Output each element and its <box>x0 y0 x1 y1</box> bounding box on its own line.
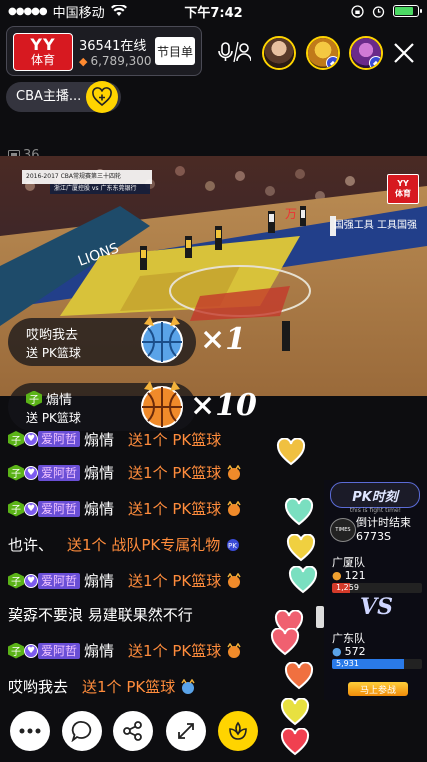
chat-message: 哎哟我去 送1个 PK篮球 <box>8 676 308 697</box>
chat-message: 巭孬不要浪 易建联果然不行 <box>8 606 193 624</box>
pk-countdown: 倒计时结束 6773S <box>356 516 411 543</box>
chat-message: 子 ♥ 爱阿哲 煽情 送1个 PK篮球 <box>8 498 308 519</box>
fan-heart-icon: ♥ <box>24 432 38 446</box>
diamond-icon: ◆ <box>79 54 88 68</box>
floating-heart-icon <box>284 498 314 526</box>
mic-user-icon <box>218 41 251 63</box>
basketball-gift-icon <box>227 642 241 658</box>
share-icon <box>123 721 142 741</box>
gift-multiplier: ×1 <box>200 322 247 357</box>
times-icon: TIMES <box>330 518 356 542</box>
vs-label: VS <box>360 594 393 620</box>
pk-basketball-gift-icon <box>141 316 183 363</box>
floating-heart-icon <box>284 662 314 690</box>
person-icon: ● <box>332 645 342 658</box>
team2-fans: ● 572 <box>332 645 366 658</box>
mic-link-button[interactable] <box>214 36 254 68</box>
panel-collapse-handle[interactable] <box>316 606 324 628</box>
flower-icon <box>229 721 247 740</box>
fan-heart-icon: ♥ <box>24 573 38 588</box>
online-count: 36541在线 <box>79 39 147 54</box>
share-button[interactable] <box>113 711 153 751</box>
person-icon: ● <box>332 569 342 582</box>
team1-bar: 1,259 <box>332 583 422 593</box>
chat-message: 也许、 送1个 战队PK专属礼物 PK <box>8 534 308 555</box>
alarm-icon <box>372 5 385 18</box>
more-button[interactable] <box>10 711 50 751</box>
fan-heart-icon: ♥ <box>24 465 38 480</box>
chat-message: 子 ♥ 爱阿哲 煽情 送1个 PK篮球 <box>8 570 308 591</box>
broadcast-scorebug: 2016-2017 CBA常规赛第三十四轮 <box>22 170 152 184</box>
viewer-avatar[interactable]: ◆ <box>349 36 383 70</box>
svg-text:万: 万 <box>285 207 297 221</box>
basketball-gift-icon <box>227 500 241 516</box>
rotation-lock-icon <box>351 4 364 18</box>
pk-panel[interactable]: PK时刻 this is fight time! TIMES 倒计时结束 677… <box>324 480 427 700</box>
team1-fans: ● 121 <box>332 569 366 582</box>
close-icon[interactable] <box>391 40 417 66</box>
gift-banner: 子煽情 送 PK篮球 <box>8 381 196 431</box>
basketball-gift-icon <box>227 464 241 480</box>
basketball-gift-icon <box>141 381 183 428</box>
coin-total: ◆ 6,789,300 <box>79 54 152 68</box>
chat-message: 子 ♥ 爱阿哲 煽情 送1个 PK篮球 <box>8 462 308 483</box>
heart-plus-icon <box>92 87 112 107</box>
vip-badge-icon: ◆ <box>326 56 338 68</box>
fan-heart-icon: ♥ <box>24 643 38 658</box>
battery-icon <box>393 5 422 17</box>
fullscreen-button[interactable] <box>166 711 206 751</box>
pk-subtitle: this is fight time! <box>349 507 402 514</box>
fan-heart-icon: ♥ <box>24 501 38 516</box>
basketball-gift-icon <box>227 572 241 588</box>
follow-button[interactable] <box>86 81 118 113</box>
video-logo: YY 体育 <box>387 174 419 204</box>
team2-bar: 5,931 <box>332 659 422 669</box>
program-list-button[interactable]: 节目单 <box>155 37 195 65</box>
host-card[interactable]: YY 体育 36541在线 ◆ 6,789,300 节目单 <box>6 26 202 76</box>
join-battle-button[interactable]: 马上参战 <box>348 682 408 696</box>
svg-text:PK: PK <box>228 542 237 550</box>
vip-badge-icon: ◆ <box>369 56 381 68</box>
floating-heart-icon <box>286 534 316 562</box>
status-bar: ●●●●● 中国移动 下午7:42 <box>0 0 427 22</box>
channel-logo: YY 体育 <box>13 33 73 71</box>
floating-heart-icon <box>288 566 318 594</box>
floating-heart-icon <box>276 438 306 466</box>
chat-message: 子 ♥ 爱阿哲 煽情 送1个 PK篮球 <box>8 640 308 661</box>
team-pk-gift-icon: PK <box>227 538 240 551</box>
gift-banner: 哎哟我去 送 PK篮球 <box>8 316 196 366</box>
pk-basketball-gift-icon <box>181 678 195 694</box>
viewer-avatar[interactable] <box>262 36 296 70</box>
broadcast-matchup: 浙江广厦控股 vs 广东东莞银行 <box>50 184 150 194</box>
speech-bubble-icon <box>71 721 92 742</box>
floating-heart-icon <box>280 728 310 756</box>
more-dots-icon <box>19 728 41 734</box>
pk-title: PK时刻 <box>330 482 420 508</box>
team1-name: 广厦队 <box>332 556 365 569</box>
gift-button[interactable] <box>218 711 258 751</box>
floating-heart-icon <box>270 628 300 656</box>
gift-multiplier: ×10 <box>190 388 257 423</box>
level-badge: 子 <box>26 390 42 407</box>
chat-button[interactable] <box>62 711 102 751</box>
floating-heart-icon <box>280 698 310 726</box>
chat-message: 子 ♥ 爱阿哲 煽情 送1个 PK篮球 <box>8 430 308 448</box>
viewer-avatar[interactable]: ◆ <box>306 36 340 70</box>
courtside-ad: 国强工具 工具国强 <box>333 220 417 231</box>
expand-icon <box>178 723 194 739</box>
team2-name: 广东队 <box>332 632 365 645</box>
